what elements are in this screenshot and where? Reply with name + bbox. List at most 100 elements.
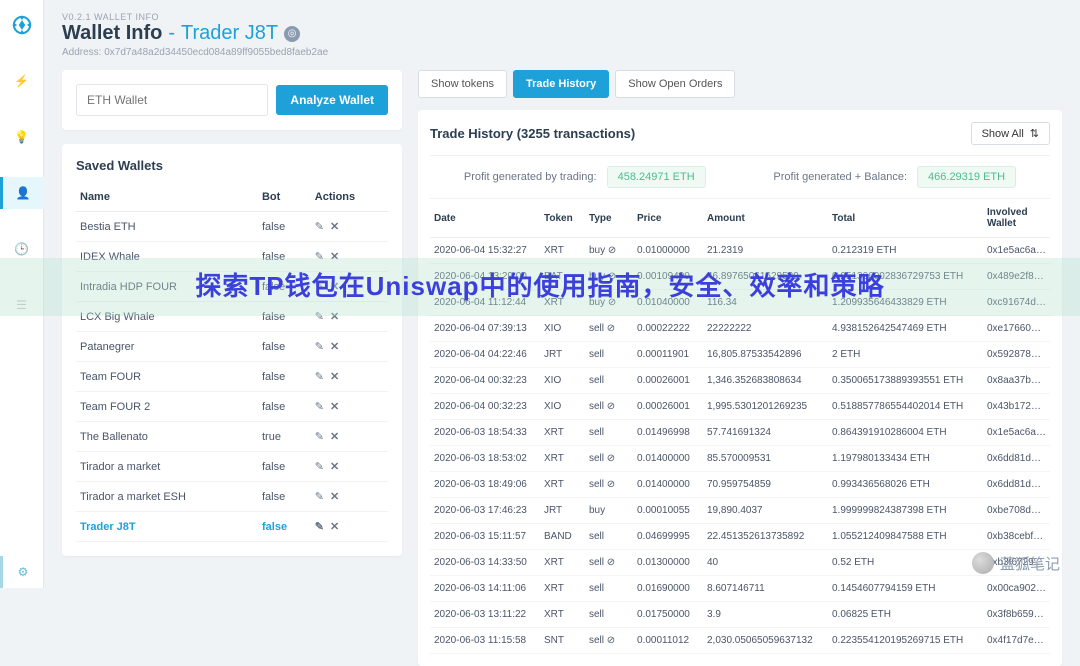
delete-icon[interactable]: ✕ — [330, 370, 339, 383]
edit-icon[interactable]: ✎ — [315, 490, 324, 503]
trade-amount: 19,890.4037 — [703, 498, 828, 524]
trade-price: 0.01496998 — [633, 420, 703, 446]
nav-bulb-icon[interactable]: 💡 — [0, 121, 44, 153]
saved-wallet-row[interactable]: Team FOUR 2false✎✕ — [76, 392, 388, 422]
etherscan-icon[interactable]: ◎ — [284, 26, 300, 42]
trade-wallet-link[interactable]: 0x6dd81d5d90a... — [983, 446, 1050, 472]
trade-wallet-link[interactable]: 0x3f8b6592d24e... — [983, 602, 1050, 628]
delete-icon[interactable]: ✕ — [330, 460, 339, 473]
saved-wallet-row[interactable]: Tirador a market ESHfalse✎✕ — [76, 482, 388, 512]
trade-wallet-link[interactable]: 0x43b17219ecd9... — [983, 394, 1050, 420]
saved-wallet-row[interactable]: The Ballenatotrue✎✕ — [76, 422, 388, 452]
trade-wallet-link[interactable]: 0xc91674d315cc... — [983, 290, 1050, 316]
trade-wallet-link[interactable]: 0x1e5ac6a2663f... — [983, 238, 1050, 264]
nav-list-icon[interactable]: ☰ — [0, 289, 44, 321]
hcol-amount: Amount — [703, 199, 828, 238]
edit-icon[interactable]: ✎ — [315, 430, 324, 443]
edit-icon[interactable]: ✎ — [315, 460, 324, 473]
nav-settings-icon[interactable]: ⚙ — [0, 556, 44, 588]
edit-icon[interactable]: ✎ — [315, 220, 324, 233]
wallet-input[interactable] — [76, 84, 268, 116]
trade-date: 2020-06-03 18:49:06 — [430, 472, 540, 498]
analyze-button[interactable]: Analyze Wallet — [276, 85, 388, 115]
edit-icon[interactable]: ✎ — [315, 250, 324, 263]
tab-orders[interactable]: Show Open Orders — [615, 70, 735, 98]
delete-icon[interactable]: ✕ — [330, 430, 339, 443]
saved-wallet-row[interactable]: Patanegrerfalse✎✕ — [76, 332, 388, 362]
saved-wallet-row[interactable]: Bestia ETHfalse✎✕ — [76, 212, 388, 242]
trade-price: 0.01000000 — [633, 238, 703, 264]
profit-balance-value: 466.29319 ETH — [917, 166, 1016, 188]
trade-type: sell ⊘ — [585, 472, 633, 498]
edit-icon[interactable]: ✎ — [315, 370, 324, 383]
delete-icon[interactable]: ✕ — [330, 220, 339, 233]
nav-bolt-icon[interactable]: ⚡ — [0, 65, 44, 97]
delete-icon[interactable]: ✕ — [330, 340, 339, 353]
edit-icon[interactable]: ✎ — [315, 520, 324, 533]
tab-tokens[interactable]: Show tokens — [418, 70, 507, 98]
saved-wallet-row[interactable]: Team FOURfalse✎✕ — [76, 362, 388, 392]
tabs-row: Show tokens Trade History Show Open Orde… — [418, 70, 1062, 98]
delete-icon[interactable]: ✕ — [330, 400, 339, 413]
trade-token: XRT — [540, 238, 585, 264]
trade-wallet-link[interactable]: 0xbe708d227f6d... — [983, 498, 1050, 524]
trade-row: 2020-06-03 17:46:23JRTbuy 0.0001005519,8… — [430, 498, 1050, 524]
status-icon: ⊘ — [608, 245, 616, 256]
wallet-bot: false — [258, 302, 311, 332]
trade-wallet-link[interactable]: 0x4f17d7e29b6f... — [983, 628, 1050, 654]
trade-type: sell ⊘ — [585, 316, 633, 342]
saved-wallet-row[interactable]: IDEX Whalefalse✎✕ — [76, 242, 388, 272]
delete-icon[interactable]: ✕ — [330, 250, 339, 263]
delete-icon[interactable]: ✕ — [330, 310, 339, 323]
trade-wallet-link[interactable]: 0x6dd81d5d90a... — [983, 472, 1050, 498]
show-all-select[interactable]: Show All⇅ — [971, 122, 1050, 145]
trade-type: buy — [585, 498, 633, 524]
edit-icon[interactable]: ✎ — [315, 400, 324, 413]
trade-row: 2020-06-03 18:49:06XRTsell ⊘0.0140000070… — [430, 472, 1050, 498]
nav-wallet-icon[interactable]: 👤 — [0, 177, 44, 209]
trade-type: sell ⊘ — [585, 550, 633, 576]
trade-wallet-link[interactable]: 0xb3f672982f31... — [983, 550, 1050, 576]
tab-history[interactable]: Trade History — [513, 70, 609, 98]
saved-wallet-row[interactable]: LCX Big Whalefalse✎✕ — [76, 302, 388, 332]
trade-row: 2020-06-04 07:39:13XIOsell ⊘0.0002222222… — [430, 316, 1050, 342]
app-logo-icon — [9, 12, 35, 41]
trade-amount: 8.607146711 — [703, 576, 828, 602]
saved-wallet-row[interactable]: Trader J8Tfalse✎✕ — [76, 512, 388, 542]
trade-token: XRT — [540, 550, 585, 576]
trade-total: 0.864391910286004 ETH — [828, 420, 983, 446]
wallet-bot: false — [258, 332, 311, 362]
trade-date: 2020-06-04 11:12:44 — [430, 290, 540, 316]
edit-icon[interactable]: ✎ — [315, 280, 324, 293]
trade-wallet-link[interactable]: 0x00ca9022e61... — [983, 576, 1050, 602]
edit-icon[interactable]: ✎ — [315, 340, 324, 353]
title-trader: Trader J8T — [181, 22, 278, 45]
trade-price: 0.01750000 — [633, 602, 703, 628]
saved-wallets-table: Name Bot Actions Bestia ETHfalse✎✕IDEX W… — [76, 183, 388, 542]
trade-total: 2 ETH — [828, 342, 983, 368]
trade-amount: 1,995.5301201269235 — [703, 394, 828, 420]
trade-row: 2020-06-04 00:32:23XIOsell ⊘0.000260011,… — [430, 394, 1050, 420]
trade-wallet-link[interactable]: 0x1e5ac6a2663f... — [983, 420, 1050, 446]
wallet-bot: true — [258, 422, 311, 452]
profit-balance-label: Profit generated + Balance: — [773, 171, 907, 183]
trade-wallet-link[interactable]: 0x8aa37b0631a... — [983, 368, 1050, 394]
saved-wallet-row[interactable]: Intradia HDP FOURfalse✎✕ — [76, 272, 388, 302]
wallet-name: Bestia ETH — [76, 212, 258, 242]
trade-row: 2020-06-03 11:15:58SNTsell ⊘0.000110122,… — [430, 628, 1050, 654]
delete-icon[interactable]: ✕ — [330, 490, 339, 503]
trade-wallet-link[interactable]: 0x592878b0483... — [983, 342, 1050, 368]
trade-wallet-link[interactable]: 0x489e2f84d9a1... — [983, 264, 1050, 290]
trade-amount: 46.89765061629529 — [703, 264, 828, 290]
wallet-name: Trader J8T — [76, 512, 258, 542]
trade-wallet-link[interactable]: 0xb38cebfbf22a... — [983, 524, 1050, 550]
edit-icon[interactable]: ✎ — [315, 310, 324, 323]
saved-wallet-row[interactable]: Tirador a marketfalse✎✕ — [76, 452, 388, 482]
hcol-price: Price — [633, 199, 703, 238]
nav-history-icon[interactable]: 🕒 — [0, 233, 44, 265]
wallet-bot: false — [258, 482, 311, 512]
status-icon: ⊘ — [607, 635, 615, 646]
delete-icon[interactable]: ✕ — [330, 520, 339, 533]
trade-wallet-link[interactable]: 0xe176603a291f... — [983, 316, 1050, 342]
delete-icon[interactable]: ✕ — [330, 280, 339, 293]
